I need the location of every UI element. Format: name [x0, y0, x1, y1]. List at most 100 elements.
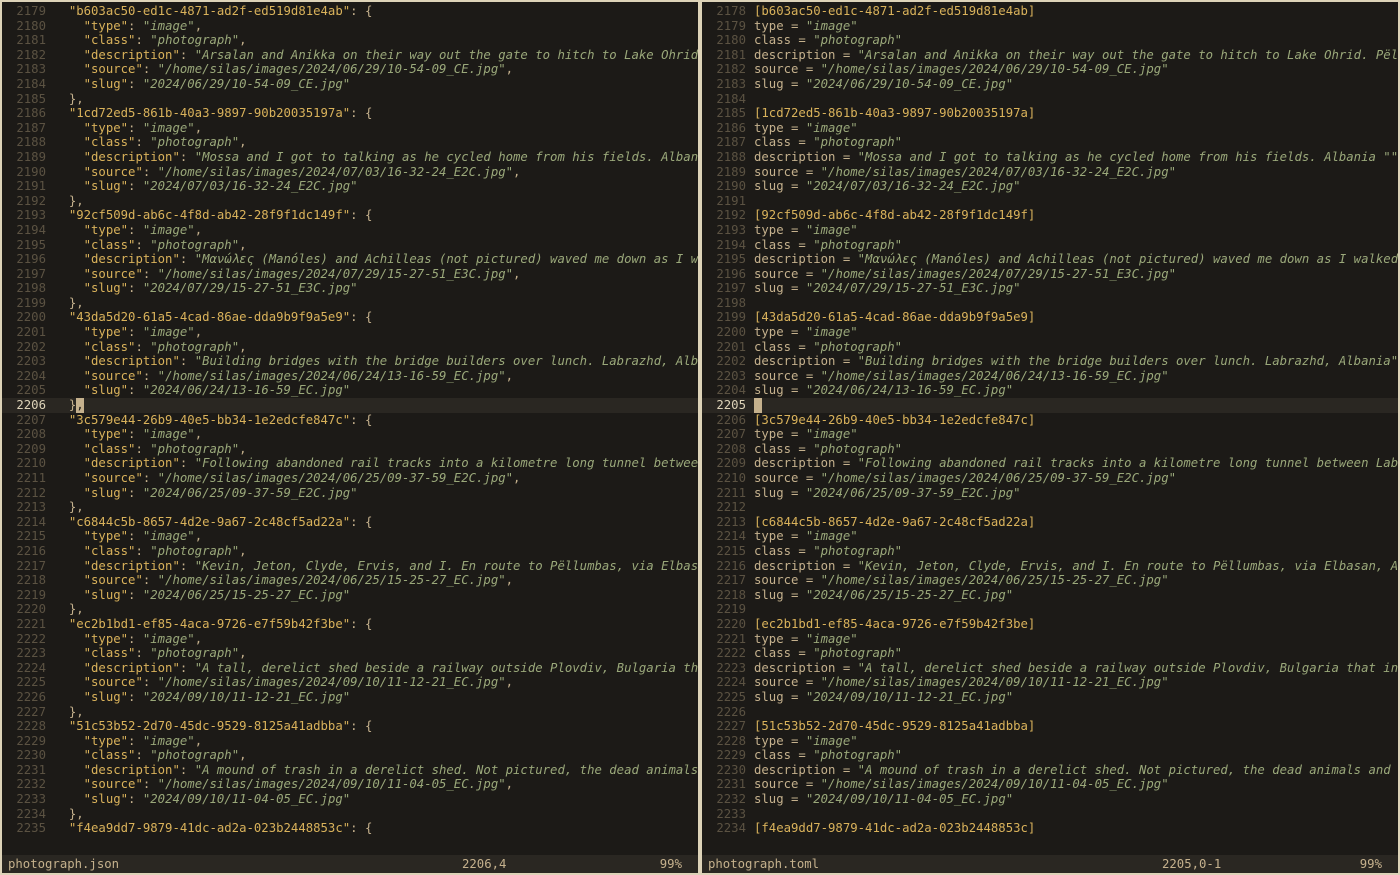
- code-line[interactable]: 2217 "description": "Kevin, Jeton, Clyde…: [2, 559, 698, 574]
- line-content[interactable]: },: [54, 92, 698, 107]
- code-line[interactable]: 2228 "51c53b52-2d70-45dc-9529-8125a41adb…: [2, 719, 698, 734]
- code-line[interactable]: 2207type = "image": [702, 427, 1398, 442]
- code-line[interactable]: 2221type = "image": [702, 632, 1398, 647]
- code-line[interactable]: 2229class = "photograph": [702, 748, 1398, 763]
- line-content[interactable]: },: [54, 296, 698, 311]
- line-content[interactable]: [c6844c5b-8657-4d2e-9a67-2c48cf5ad22a]: [754, 515, 1398, 530]
- line-content[interactable]: "class": "photograph",: [54, 340, 698, 355]
- line-content[interactable]: "description": "A tall, derelict shed be…: [54, 661, 698, 676]
- line-content[interactable]: "description": "Building bridges with th…: [54, 354, 698, 369]
- code-line[interactable]: 2221 "ec2b1bd1-ef85-4aca-9726-e7f59b42f3…: [2, 617, 698, 632]
- code-line[interactable]: 2214 "c6844c5b-8657-4d2e-9a67-2c48cf5ad2…: [2, 515, 698, 530]
- line-content[interactable]: type = "image": [754, 427, 1398, 442]
- code-line[interactable]: 2196source = "/home/silas/images/2024/07…: [702, 267, 1398, 282]
- line-content[interactable]: [3c579e44-26b9-40e5-bb34-1e2edcfe847c]: [754, 413, 1398, 428]
- code-line[interactable]: 2215 "type": "image",: [2, 529, 698, 544]
- code-line[interactable]: 2205: [702, 398, 1398, 413]
- code-line[interactable]: 2188 "class": "photograph",: [2, 135, 698, 150]
- line-content[interactable]: "source": "/home/silas/images/2024/09/10…: [54, 777, 698, 792]
- right-pane[interactable]: 2178[b603ac50-ed1c-4871-ad2f-ed519d81e4a…: [700, 0, 1400, 875]
- line-content[interactable]: source = "/home/silas/images/2024/06/25/…: [754, 573, 1398, 588]
- code-line[interactable]: 2209 "class": "photograph",: [2, 442, 698, 457]
- line-content[interactable]: "class": "photograph",: [54, 135, 698, 150]
- line-content[interactable]: },: [54, 398, 698, 413]
- line-content[interactable]: source = "/home/silas/images/2024/07/29/…: [754, 267, 1398, 282]
- line-content[interactable]: "slug": "2024/07/29/15-27-51_E3C.jpg": [54, 281, 698, 296]
- line-content[interactable]: "class": "photograph",: [54, 544, 698, 559]
- code-line[interactable]: 2200 "43da5d20-61a5-4cad-86ae-dda9b9f9a5…: [2, 310, 698, 325]
- line-content[interactable]: "source": "/home/silas/images/2024/06/29…: [54, 62, 698, 77]
- line-content[interactable]: [754, 194, 1398, 209]
- line-content[interactable]: [b603ac50-ed1c-4871-ad2f-ed519d81e4ab]: [754, 4, 1398, 19]
- code-line[interactable]: 2230 "class": "photograph",: [2, 748, 698, 763]
- line-content[interactable]: class = "photograph": [754, 33, 1398, 48]
- code-line[interactable]: 2201class = "photograph": [702, 340, 1398, 355]
- line-content[interactable]: source = "/home/silas/images/2024/09/10/…: [754, 675, 1398, 690]
- line-content[interactable]: "c6844c5b-8657-4d2e-9a67-2c48cf5ad22a": …: [54, 515, 698, 530]
- code-line[interactable]: 2227[51c53b52-2d70-45dc-9529-8125a41adbb…: [702, 719, 1398, 734]
- line-content[interactable]: description = "Arsalan and Anikka on the…: [754, 48, 1398, 63]
- line-content[interactable]: slug = "2024/07/29/15-27-51_E3C.jpg": [754, 281, 1398, 296]
- code-line[interactable]: 2204slug = "2024/06/24/13-16-59_EC.jpg": [702, 383, 1398, 398]
- code-line[interactable]: 2213[c6844c5b-8657-4d2e-9a67-2c48cf5ad22…: [702, 515, 1398, 530]
- line-content[interactable]: class = "photograph": [754, 544, 1398, 559]
- code-line[interactable]: 2199[43da5d20-61a5-4cad-86ae-dda9b9f9a5e…: [702, 310, 1398, 325]
- line-content[interactable]: class = "photograph": [754, 646, 1398, 661]
- line-content[interactable]: "class": "photograph",: [54, 442, 698, 457]
- code-line[interactable]: 2217source = "/home/silas/images/2024/06…: [702, 573, 1398, 588]
- code-line[interactable]: 2182 "description": "Arsalan and Anikka …: [2, 48, 698, 63]
- line-content[interactable]: [754, 500, 1398, 515]
- line-content[interactable]: [754, 92, 1398, 107]
- code-line[interactable]: 2222 "type": "image",: [2, 632, 698, 647]
- line-content[interactable]: "f4ea9dd7-9879-41dc-ad2a-023b2448853c": …: [54, 821, 698, 836]
- line-content[interactable]: [f4ea9dd7-9879-41dc-ad2a-023b2448853c]: [754, 821, 1398, 836]
- code-line[interactable]: 2180class = "photograph": [702, 33, 1398, 48]
- code-line[interactable]: 2195description = "Μανώλες (Manóles) and…: [702, 252, 1398, 267]
- code-line[interactable]: 2215class = "photograph": [702, 544, 1398, 559]
- code-line[interactable]: 2229 "type": "image",: [2, 734, 698, 749]
- code-line[interactable]: 2235 "f4ea9dd7-9879-41dc-ad2a-023b244885…: [2, 821, 698, 836]
- line-content[interactable]: "source": "/home/silas/images/2024/09/10…: [54, 675, 698, 690]
- code-line[interactable]: 2185 },: [2, 92, 698, 107]
- code-line[interactable]: 2209description = "Following abandoned r…: [702, 456, 1398, 471]
- code-line[interactable]: 2213 },: [2, 500, 698, 515]
- line-content[interactable]: "source": "/home/silas/images/2024/06/24…: [54, 369, 698, 384]
- code-line[interactable]: 2196 "description": "Μανώλες (Manóles) a…: [2, 252, 698, 267]
- line-content[interactable]: [43da5d20-61a5-4cad-86ae-dda9b9f9a5e9]: [754, 310, 1398, 325]
- code-line[interactable]: 2203 "description": "Building bridges wi…: [2, 354, 698, 369]
- code-line[interactable]: 2210 "description": "Following abandoned…: [2, 456, 698, 471]
- code-line[interactable]: 2225slug = "2024/09/10/11-12-21_EC.jpg": [702, 690, 1398, 705]
- code-line[interactable]: 2183slug = "2024/06/29/10-54-09_CE.jpg": [702, 77, 1398, 92]
- code-line[interactable]: 2216description = "Kevin, Jeton, Clyde, …: [702, 559, 1398, 574]
- code-line[interactable]: 2232slug = "2024/09/10/11-04-05_EC.jpg": [702, 792, 1398, 807]
- line-content[interactable]: slug = "2024/06/24/13-16-59_EC.jpg": [754, 383, 1398, 398]
- code-line[interactable]: 2225 "source": "/home/silas/images/2024/…: [2, 675, 698, 690]
- code-line[interactable]: 2233 "slug": "2024/09/10/11-04-05_EC.jpg…: [2, 792, 698, 807]
- code-line[interactable]: 2180 "type": "image",: [2, 19, 698, 34]
- code-line[interactable]: 2179type = "image": [702, 19, 1398, 34]
- line-content[interactable]: class = "photograph": [754, 135, 1398, 150]
- code-line[interactable]: 2182source = "/home/silas/images/2024/06…: [702, 62, 1398, 77]
- code-line[interactable]: 2211slug = "2024/06/25/09-37-59_E2C.jpg": [702, 486, 1398, 501]
- line-content[interactable]: slug = "2024/06/25/09-37-59_E2C.jpg": [754, 486, 1398, 501]
- line-content[interactable]: [754, 807, 1398, 822]
- line-content[interactable]: class = "photograph": [754, 442, 1398, 457]
- code-line[interactable]: 2202description = "Building bridges with…: [702, 354, 1398, 369]
- code-line[interactable]: 2200type = "image": [702, 325, 1398, 340]
- code-line[interactable]: 2199 },: [2, 296, 698, 311]
- code-line[interactable]: 2191 "slug": "2024/07/03/16-32-24_E2C.jp…: [2, 179, 698, 194]
- line-content[interactable]: },: [54, 705, 698, 720]
- line-content[interactable]: "slug": "2024/06/25/15-25-27_EC.jpg": [54, 588, 698, 603]
- code-line[interactable]: 2184 "slug": "2024/06/29/10-54-09_CE.jpg…: [2, 77, 698, 92]
- line-content[interactable]: "slug": "2024/07/03/16-32-24_E2C.jpg": [54, 179, 698, 194]
- line-content[interactable]: "43da5d20-61a5-4cad-86ae-dda9b9f9a5e9": …: [54, 310, 698, 325]
- line-content[interactable]: "type": "image",: [54, 121, 698, 136]
- line-content[interactable]: [51c53b52-2d70-45dc-9529-8125a41adbba]: [754, 719, 1398, 734]
- code-line[interactable]: 2220 },: [2, 602, 698, 617]
- code-line[interactable]: 2187 "type": "image",: [2, 121, 698, 136]
- line-content[interactable]: "slug": "2024/06/25/09-37-59_E2C.jpg": [54, 486, 698, 501]
- code-line[interactable]: 2231source = "/home/silas/images/2024/09…: [702, 777, 1398, 792]
- line-content[interactable]: "type": "image",: [54, 632, 698, 647]
- code-line[interactable]: 2223description = "A tall, derelict shed…: [702, 661, 1398, 676]
- line-content[interactable]: "92cf509d-ab6c-4f8d-ab42-28f9f1dc149f": …: [54, 208, 698, 223]
